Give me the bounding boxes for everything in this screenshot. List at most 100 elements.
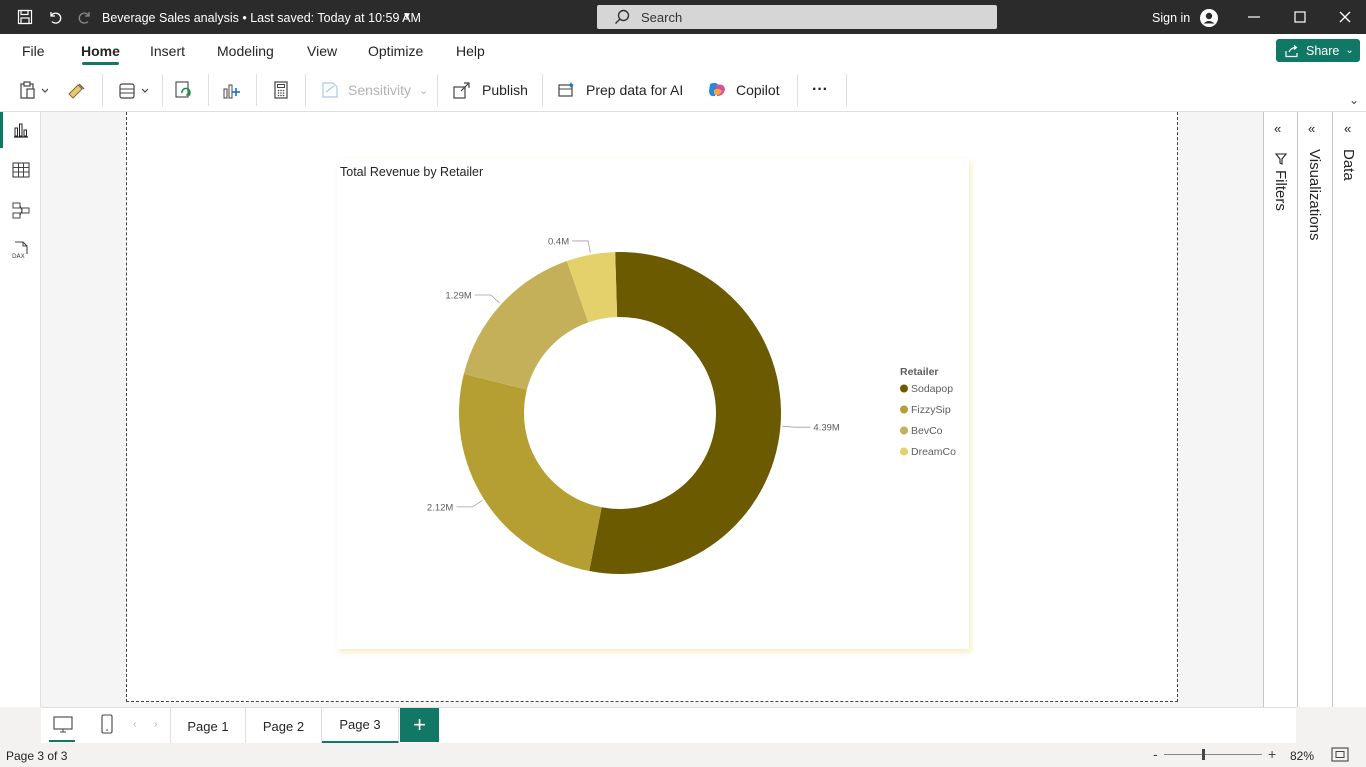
page-indicator: Page 3 of 3 bbox=[6, 749, 68, 763]
filters-pane[interactable]: « Filters bbox=[1263, 112, 1297, 707]
status-bar: Page 3 of 3 - + 82% bbox=[0, 743, 1366, 767]
redo-icon[interactable] bbox=[76, 8, 94, 26]
refresh-icon bbox=[175, 81, 191, 98]
share-button[interactable]: Share ⌄ bbox=[1276, 39, 1360, 62]
sensitivity-chevron-icon: ⌄ bbox=[419, 84, 429, 97]
zoom-slider-thumb[interactable] bbox=[1202, 749, 1206, 760]
menu-home[interactable]: Home bbox=[81, 43, 120, 59]
copilot-label: Copilot bbox=[736, 82, 780, 98]
format-painter-button[interactable] bbox=[66, 76, 88, 104]
legend-item-sodapop[interactable]: Sodapop bbox=[911, 383, 953, 395]
donut-chart: 4.39M 2.12M 1.29M 0.4M Retailer Sodapop FizzyS… bbox=[427, 236, 956, 574]
close-icon[interactable] bbox=[1337, 9, 1353, 25]
data-label: Data bbox=[1340, 149, 1357, 181]
page-tab-3[interactable]: Page 3 bbox=[322, 708, 399, 744]
publish-icon bbox=[453, 82, 470, 99]
legend-item-bevco[interactable]: BevCo bbox=[911, 425, 943, 437]
legend-marker-sodapop[interactable] bbox=[900, 384, 908, 393]
desktop-layout-icon[interactable] bbox=[53, 716, 73, 737]
zoom-out-button[interactable]: - bbox=[1153, 746, 1158, 762]
ribbon-separator bbox=[256, 74, 257, 106]
dax-query-view-icon[interactable]: DAX bbox=[11, 240, 31, 260]
expand-data-icon[interactable]: « bbox=[1344, 121, 1351, 136]
menu-optimize[interactable]: Optimize bbox=[368, 43, 423, 59]
ribbon-separator bbox=[797, 74, 798, 106]
new-visual-button[interactable] bbox=[222, 76, 242, 104]
sensitivity-button[interactable]: Sensitivity ⌄ bbox=[320, 76, 428, 104]
menu-view[interactable]: View bbox=[307, 43, 337, 59]
copilot-button[interactable]: Copilot bbox=[706, 76, 780, 104]
legend-marker-bevco[interactable] bbox=[900, 426, 908, 435]
page-tab-1[interactable]: Page 1 bbox=[170, 708, 246, 744]
title-dropdown-icon[interactable]: ▼ bbox=[402, 11, 412, 22]
view-navigation: DAX bbox=[0, 112, 41, 707]
report-view-icon[interactable] bbox=[11, 120, 31, 140]
data-pane[interactable]: « Data bbox=[1332, 112, 1366, 707]
model-view-icon[interactable] bbox=[11, 200, 31, 220]
search-placeholder: Search bbox=[641, 10, 683, 25]
visualizations-pane[interactable]: « Visualizations bbox=[1297, 112, 1332, 707]
zoom-in-button[interactable]: + bbox=[1268, 746, 1276, 762]
sign-in-link[interactable]: Sign in bbox=[1152, 11, 1190, 25]
document-title[interactable]: Beverage Sales analysis • Last saved: To… bbox=[102, 11, 421, 25]
more-options-button[interactable]: ··· bbox=[812, 76, 828, 104]
publish-button[interactable]: Publish bbox=[452, 76, 528, 104]
refresh-button[interactable] bbox=[174, 76, 194, 104]
account-avatar-icon[interactable] bbox=[1199, 8, 1219, 28]
page-tab-2[interactable]: Page 2 bbox=[246, 708, 322, 744]
data-label-sodapop: 4.39M bbox=[813, 423, 839, 434]
active-view-indicator bbox=[0, 112, 3, 148]
menu-modeling[interactable]: Modeling bbox=[217, 43, 274, 59]
donut-slice-fizzysip[interactable] bbox=[459, 373, 602, 572]
add-page-button[interactable]: + bbox=[400, 708, 439, 742]
sensitivity-label: Sensitivity bbox=[348, 82, 412, 98]
new-visual-icon bbox=[223, 84, 240, 99]
search-box[interactable]: Search bbox=[597, 5, 997, 29]
mobile-layout-icon[interactable] bbox=[101, 714, 113, 737]
database-icon bbox=[119, 83, 149, 99]
menu-help[interactable]: Help bbox=[456, 43, 485, 59]
collapse-filters-icon[interactable]: « bbox=[1274, 121, 1281, 136]
zoom-percentage: 82% bbox=[1290, 749, 1315, 763]
prep-data-icon bbox=[558, 82, 574, 97]
zoom-slider-track[interactable] bbox=[1164, 754, 1262, 755]
expand-visualizations-icon[interactable]: « bbox=[1308, 121, 1315, 136]
ribbon-separator bbox=[437, 74, 438, 106]
prev-page-icon[interactable]: ‹ bbox=[133, 719, 136, 730]
menu-insert[interactable]: Insert bbox=[150, 43, 185, 59]
filters-label: Filters bbox=[1272, 170, 1289, 211]
fit-to-page-icon[interactable] bbox=[1331, 747, 1349, 766]
prep-data-label: Prep data for AI bbox=[586, 82, 684, 98]
ribbon-toolbar: Sensitivity ⌄ Publish Prep data for AI C… bbox=[0, 68, 1366, 112]
svg-text:DAX: DAX bbox=[12, 253, 25, 260]
next-page-icon[interactable]: › bbox=[154, 719, 157, 730]
save-icon[interactable] bbox=[16, 8, 34, 26]
undo-icon[interactable] bbox=[46, 8, 64, 26]
prep-data-button[interactable]: Prep data for AI bbox=[556, 76, 683, 104]
legend-marker-dreamco[interactable] bbox=[900, 447, 908, 456]
collapse-ribbon-icon[interactable]: ⌄ bbox=[1349, 93, 1359, 107]
ribbon-separator bbox=[305, 74, 306, 106]
paste-button[interactable] bbox=[18, 76, 48, 104]
legend-item-dreamco[interactable]: DreamCo bbox=[911, 446, 956, 458]
minimize-icon[interactable] bbox=[1246, 9, 1262, 25]
maximize-icon[interactable] bbox=[1292, 9, 1308, 25]
get-data-button[interactable] bbox=[116, 76, 152, 104]
table-view-icon[interactable] bbox=[11, 160, 31, 180]
ribbon-separator bbox=[102, 74, 103, 106]
legend-marker-fizzysip[interactable] bbox=[900, 405, 908, 414]
donut-slice-sodapop[interactable] bbox=[589, 252, 782, 574]
active-menu-indicator bbox=[82, 62, 119, 65]
ribbon-separator bbox=[846, 74, 847, 106]
donut-chart-visual[interactable]: Total Revenue by Retailer 4.39M 2.12M 1.29… bbox=[337, 159, 969, 649]
menu-file[interactable]: File bbox=[22, 43, 45, 59]
ribbon-separator bbox=[162, 74, 163, 106]
donut-slice-bevco[interactable] bbox=[463, 261, 589, 390]
data-label-leader-line bbox=[456, 500, 483, 508]
sensitivity-icon bbox=[322, 82, 338, 98]
ribbon-separator bbox=[208, 74, 209, 106]
new-measure-button[interactable] bbox=[271, 76, 291, 104]
legend-item-fizzysip[interactable]: FizzySip bbox=[911, 404, 951, 416]
share-chevron-icon: ⌄ bbox=[1345, 45, 1354, 56]
page-tabs-bar: ‹ › Page 1 Page 2 Page 3 bbox=[41, 707, 1296, 744]
